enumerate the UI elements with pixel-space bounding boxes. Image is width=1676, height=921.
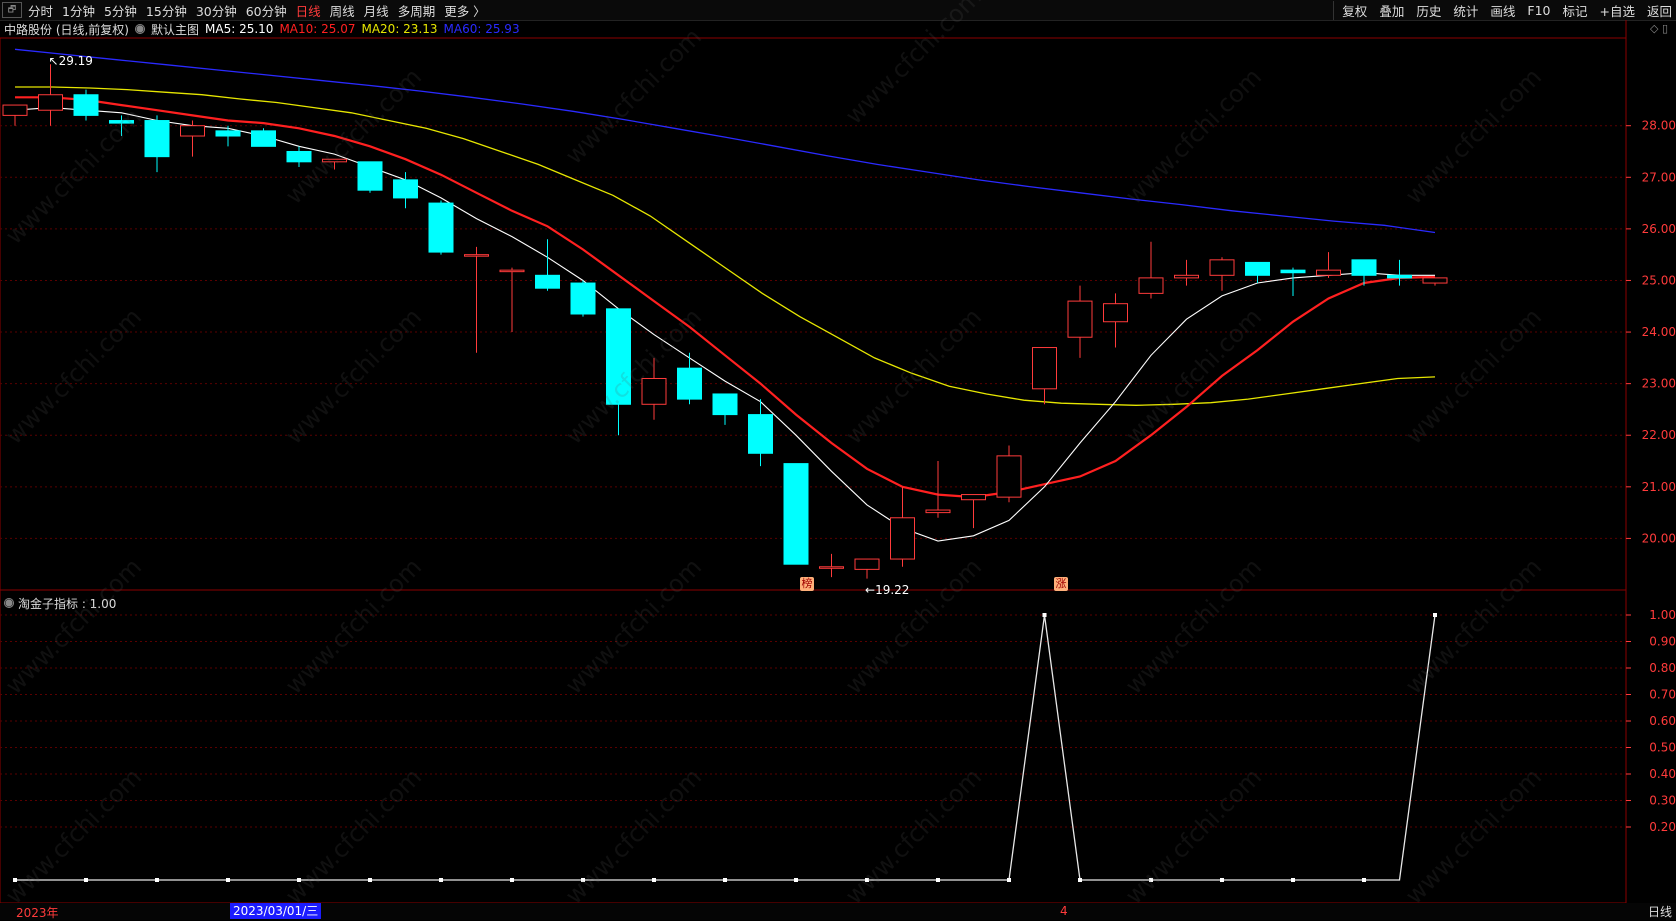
candle-body bbox=[464, 254, 489, 257]
indicator-point bbox=[1007, 878, 1011, 882]
indicator-point bbox=[1433, 613, 1437, 617]
indicator-point bbox=[439, 878, 443, 882]
period-corner-button[interactable]: 日线 bbox=[1648, 903, 1672, 920]
candle-body bbox=[428, 202, 454, 253]
candle-body bbox=[1316, 269, 1341, 276]
rank-badge[interactable]: 榜 bbox=[800, 577, 814, 591]
kline-chart[interactable]: 20.00 21.00 22.00 23.00 24.00 25.00 26.00 27.00… bbox=[0, 0, 1676, 920]
candle-body bbox=[251, 130, 276, 147]
candle-body bbox=[393, 179, 418, 199]
indicator-point bbox=[581, 878, 585, 882]
candle-body bbox=[286, 150, 312, 163]
candle-body bbox=[819, 566, 844, 569]
date-start: 2023年 bbox=[16, 906, 59, 920]
candle-body bbox=[1245, 261, 1270, 276]
high-price-label: ↖29.19 bbox=[48, 54, 93, 69]
candle-body bbox=[925, 509, 951, 514]
date-mark: 4 bbox=[1060, 904, 1068, 918]
indicator-point bbox=[1042, 613, 1047, 617]
indicator-point bbox=[368, 878, 372, 882]
indicator-tick-label: 1.00 bbox=[1649, 608, 1676, 622]
candle-body bbox=[109, 120, 134, 124]
indicator-point bbox=[865, 878, 869, 882]
ma10-line bbox=[15, 96, 1436, 499]
indicator-point bbox=[1220, 878, 1224, 882]
candle-body bbox=[748, 414, 773, 454]
main-tick-label: 28.00 bbox=[1642, 119, 1676, 133]
candle-body bbox=[1351, 259, 1377, 276]
main-tick-label: 26.00 bbox=[1642, 222, 1676, 236]
indicator-point bbox=[1149, 878, 1153, 882]
candle-body bbox=[570, 282, 596, 315]
candle-body bbox=[1174, 274, 1199, 279]
candle-body bbox=[641, 377, 667, 405]
candle-body bbox=[180, 125, 205, 137]
main-tick-label: 23.00 bbox=[1642, 377, 1676, 391]
indicator-point bbox=[13, 878, 17, 882]
candle-body bbox=[1387, 274, 1412, 279]
candle-body bbox=[215, 130, 241, 137]
candle-body bbox=[996, 455, 1022, 498]
candle-body bbox=[677, 367, 702, 400]
candle-body bbox=[1138, 277, 1164, 294]
selected-date: 2023/03/01/三 bbox=[230, 903, 322, 919]
indicator-point bbox=[936, 878, 940, 882]
candle-body bbox=[1422, 277, 1448, 284]
indicator-tick-label: 0.80 bbox=[1649, 661, 1676, 675]
candle-body bbox=[1209, 259, 1235, 276]
candle-body bbox=[535, 274, 560, 289]
indicator-point bbox=[1362, 878, 1366, 882]
indicator-panel-frame bbox=[0, 589, 1627, 904]
candle-body bbox=[606, 308, 631, 405]
indicator-tick-label: 0.60 bbox=[1649, 714, 1676, 728]
candle-body bbox=[144, 120, 170, 158]
candle-body bbox=[854, 558, 880, 570]
candle-body bbox=[1103, 303, 1128, 323]
candle-body bbox=[1280, 269, 1306, 274]
indicator-point bbox=[84, 878, 88, 882]
candle-body bbox=[322, 158, 347, 163]
indicator-tick-label: 0.50 bbox=[1649, 741, 1676, 755]
ma5-line bbox=[14, 107, 1435, 542]
indicator-point bbox=[1078, 878, 1082, 882]
candle-body bbox=[357, 161, 383, 191]
main-tick-label: 22.00 bbox=[1642, 428, 1676, 442]
indicator-point bbox=[226, 878, 230, 882]
main-tick-label: 24.00 bbox=[1642, 325, 1676, 339]
candle-body bbox=[961, 494, 986, 501]
candle-body bbox=[73, 94, 99, 116]
indicator-tick-label: 0.20 bbox=[1649, 820, 1676, 834]
rise-badge[interactable]: 涨 bbox=[1054, 577, 1068, 591]
indicator-tick-label: 0.70 bbox=[1649, 688, 1676, 702]
indicator-point bbox=[155, 878, 159, 882]
candle-body bbox=[712, 393, 738, 416]
indicator-tick-label: 0.30 bbox=[1649, 794, 1676, 808]
candle-body bbox=[1067, 300, 1093, 338]
high-arrow-icon: ↖ bbox=[48, 54, 59, 69]
indicator-tick-label: 0.90 bbox=[1649, 635, 1676, 649]
main-tick-label: 20.00 bbox=[1642, 531, 1676, 545]
main-tick-label: 21.00 bbox=[1642, 480, 1676, 494]
candle-body bbox=[890, 517, 915, 560]
candle-body bbox=[499, 269, 525, 273]
indicator-point bbox=[297, 878, 301, 882]
indicator-tick-label: 0.40 bbox=[1649, 767, 1676, 781]
main-tick-label: 25.00 bbox=[1642, 273, 1676, 287]
low-arrow-icon: ← bbox=[865, 582, 876, 597]
indicator-point bbox=[510, 878, 514, 882]
main-tick-label: 27.00 bbox=[1642, 170, 1676, 184]
low-price-label: ←19.22 bbox=[865, 582, 910, 597]
candle-body bbox=[783, 463, 809, 565]
indicator-point bbox=[794, 878, 798, 882]
indicator-point bbox=[723, 878, 727, 882]
candle-body bbox=[38, 94, 63, 111]
candle-body bbox=[2, 104, 28, 116]
indicator-point bbox=[1291, 878, 1295, 882]
indicator-point bbox=[652, 878, 656, 882]
candle-body bbox=[1032, 347, 1057, 390]
